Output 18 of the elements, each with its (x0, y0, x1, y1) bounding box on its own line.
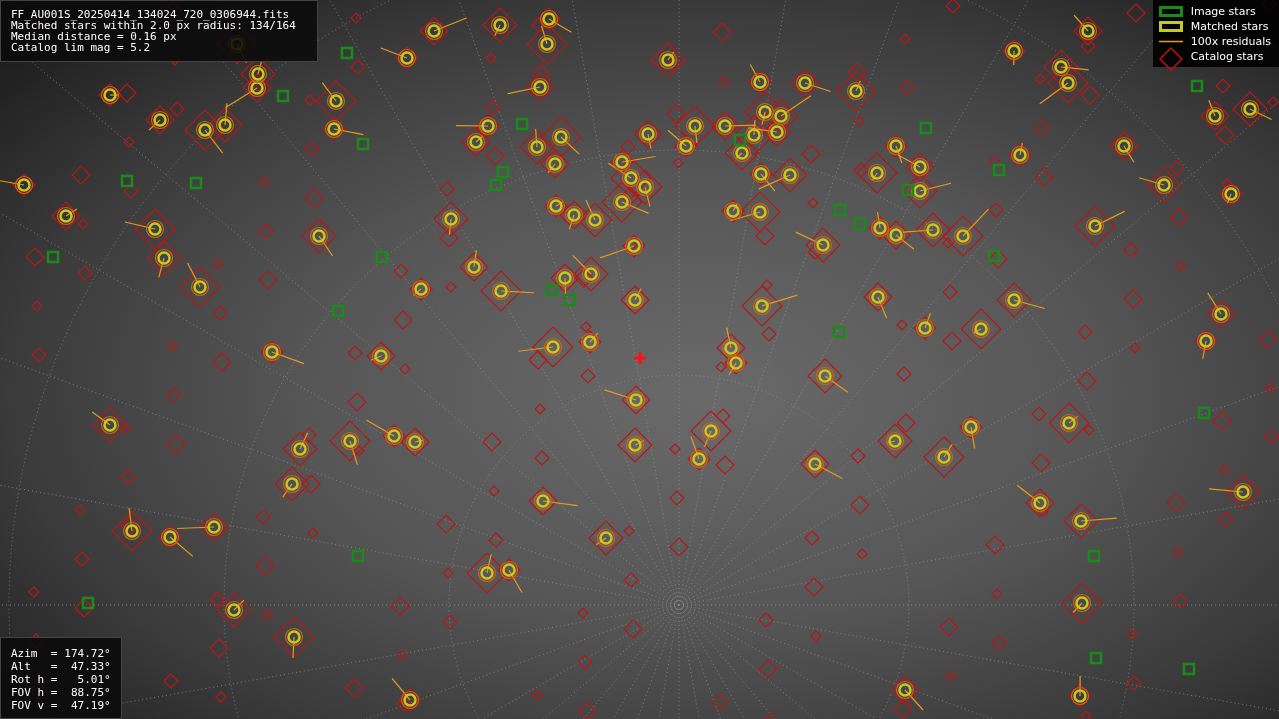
pointing-label: FOV h = (11, 687, 58, 699)
legend-label: Matched stars (1190, 20, 1269, 33)
pointing-value: 47.33° (69, 661, 111, 673)
pointing-label: Azim = (11, 648, 58, 660)
pointing-label: Rot h = (11, 674, 58, 686)
info-text: FF_AU001S_20250414_134024_720_0306944.fits (11, 9, 291, 20)
info-text: Matched stars within 2.0 px radius: 134/164 (11, 20, 297, 31)
pointing-value: 47.19° (69, 700, 111, 712)
legend-label: Catalog stars (1190, 50, 1264, 63)
pointing-label: FOV v = (11, 700, 58, 712)
legend-label: 100x residuals (1190, 35, 1271, 48)
info-text: Median distance = 0.16 px (11, 31, 177, 42)
legend-label: Image stars (1190, 5, 1256, 18)
pointing-value: 88.75° (69, 687, 111, 699)
info-text: Catalog lim mag = 5.2 (11, 42, 152, 53)
pointing-value: 174.72° (64, 648, 111, 660)
pointing-label: Alt = (11, 661, 58, 673)
pointing-value: 5.01° (76, 674, 111, 686)
